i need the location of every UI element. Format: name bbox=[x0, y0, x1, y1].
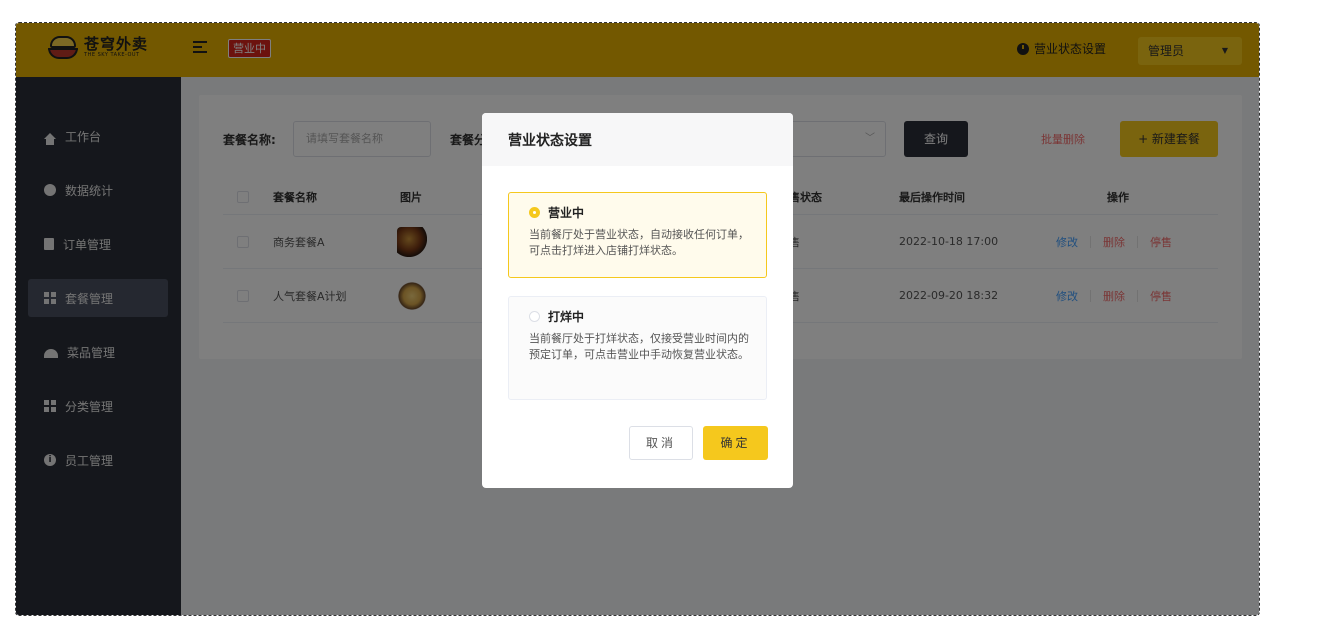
option-open-desc: 当前餐厅处于营业状态，自动接收任何订单，可点击打烊进入店铺打烊状态。 bbox=[529, 228, 749, 257]
dialog-title: 营业状态设置 bbox=[482, 113, 793, 166]
cancel-button[interactable]: 取消 bbox=[629, 426, 693, 460]
option-closed-desc: 当前餐厅处于打烊状态，仅接受营业时间内的预定订单，可点击营业中手动恢复营业状态。 bbox=[529, 332, 749, 361]
radio-open[interactable] bbox=[529, 206, 540, 218]
option-closed[interactable]: 打烊中 当前餐厅处于打烊状态，仅接受营业时间内的预定订单，可点击营业中手动恢复营… bbox=[508, 296, 767, 400]
option-open-title: 营业中 bbox=[548, 205, 585, 220]
option-open[interactable]: 营业中 当前餐厅处于营业状态，自动接收任何订单，可点击打烊进入店铺打烊状态。 bbox=[508, 192, 767, 278]
app-frame: 苍穹外卖 THE SKY TAKE-OUT 营业中 营业状态设置 管理员 ▼ 工… bbox=[15, 22, 1260, 616]
radio-closed[interactable] bbox=[529, 310, 540, 322]
option-closed-title: 打烊中 bbox=[548, 309, 585, 324]
business-status-dialog: 营业状态设置 营业中 当前餐厅处于营业状态，自动接收任何订单，可点击打烊进入店铺… bbox=[482, 113, 793, 488]
confirm-button[interactable]: 确定 bbox=[703, 426, 768, 460]
